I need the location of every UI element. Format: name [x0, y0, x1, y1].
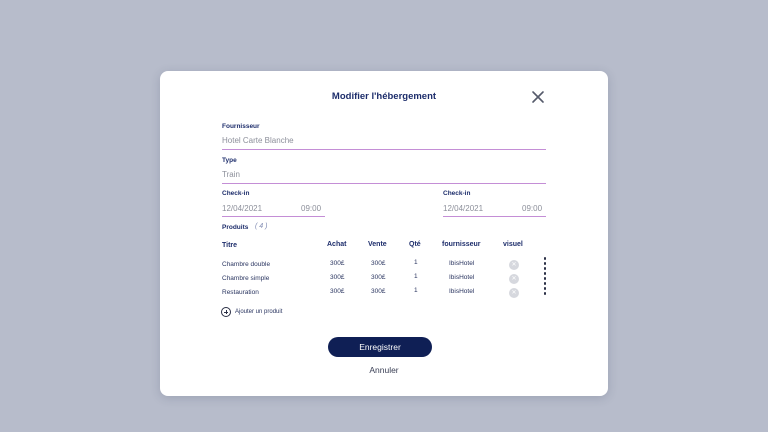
row3-qte: 1 [414, 287, 418, 294]
more-options-icon[interactable] [542, 257, 548, 297]
row2-achat: 300£ [330, 274, 345, 281]
add-product-button[interactable]: Ajouter un produit [221, 307, 282, 317]
header-qte: Qté [409, 241, 421, 248]
header-vente: Vente [368, 241, 387, 248]
header-titre: Titre [222, 242, 238, 249]
header-achat: Achat [327, 241, 347, 248]
products-count: ( 4 ) [255, 223, 268, 230]
row1-achat: 300£ [330, 260, 345, 267]
row3-vente: 300£ [371, 288, 386, 295]
row2-qte: 1 [414, 273, 418, 280]
type-underline [222, 183, 546, 184]
checkin-right-underline [443, 216, 546, 217]
cancel-button[interactable]: Annuler [160, 365, 608, 375]
save-button[interactable]: Enregistrer [328, 337, 432, 357]
close-icon[interactable] [530, 89, 546, 105]
checkin-right-time[interactable]: 09:00 [522, 204, 542, 213]
checkin-right-label: Check-in [443, 190, 471, 197]
fournisseur-underline [222, 149, 546, 150]
add-product-label: Ajouter un produit [235, 309, 283, 315]
row1-titre: Chambre double [222, 261, 271, 268]
fournisseur-label: Fournisseur [222, 123, 260, 130]
checkin-left-underline [222, 216, 325, 217]
row3-remove-icon[interactable]: ✕ [509, 288, 519, 298]
row1-vente: 300£ [371, 260, 386, 267]
row3-achat: 300£ [330, 288, 345, 295]
row1-fournisseur: IbisHotel [449, 260, 475, 267]
row2-fournisseur: IbisHotel [449, 274, 475, 281]
checkin-left-label: Check-in [222, 190, 250, 197]
type-field[interactable]: Train [222, 170, 240, 179]
row2-titre: Chambre simple [222, 275, 270, 282]
row2-vente: 300£ [371, 274, 386, 281]
edit-accommodation-modal: Modifier l'hébergement Fournisseur Hotel… [160, 71, 608, 396]
row3-titre: Restauration [222, 289, 259, 296]
fournisseur-field[interactable]: Hotel Carte Blanche [222, 136, 294, 145]
checkin-left-time[interactable]: 09:00 [301, 204, 321, 213]
header-visuel: visuel [503, 241, 523, 248]
header-fournisseur: fournisseur [442, 241, 481, 248]
row1-qte: 1 [414, 259, 418, 266]
checkin-right-date[interactable]: 12/04/2021 [443, 204, 483, 213]
row3-fournisseur: IbisHotel [449, 288, 475, 295]
products-label: Produits [222, 224, 249, 231]
plus-circle-icon [221, 307, 231, 317]
row2-remove-icon[interactable]: ✕ [509, 274, 519, 284]
checkin-left-date[interactable]: 12/04/2021 [222, 204, 262, 213]
type-label: Type [222, 157, 237, 164]
row1-remove-icon[interactable]: ✕ [509, 260, 519, 270]
